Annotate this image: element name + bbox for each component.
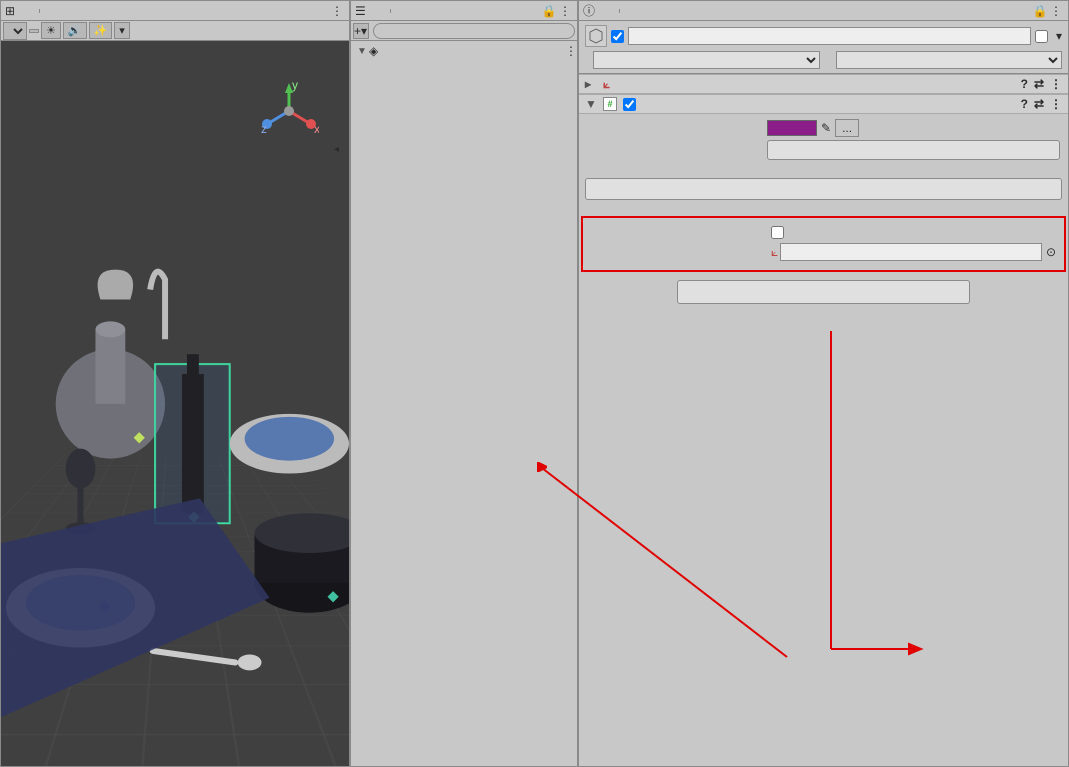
menu-icon[interactable]: ⋮ xyxy=(1050,97,1062,111)
transform-field-icon: ⟀ xyxy=(771,245,778,260)
proxy-enabled-checkbox[interactable] xyxy=(623,98,636,111)
proxy-region-occupancy-body: ⟀ ⊙ xyxy=(581,216,1066,272)
eyedropper-icon[interactable]: ✎ xyxy=(821,121,831,135)
is-padding-checkbox[interactable] xyxy=(771,226,784,239)
unity-icon: ◈ xyxy=(369,44,378,58)
proxy-script-header[interactable]: ▼ # ? ⇄ ⋮ xyxy=(579,94,1068,114)
panel-menu-icon[interactable]: ⋮ xyxy=(1048,3,1064,19)
arrow-1 xyxy=(829,329,1069,669)
add-force-button[interactable] xyxy=(585,178,1062,200)
panel-menu-icon[interactable]: ⋮ xyxy=(329,3,345,19)
compare-button[interactable] xyxy=(767,140,1060,160)
scene-toolbar: ☀ 🔊 ✨ ▾ xyxy=(1,21,349,41)
hierarchy-scene-root[interactable]: ▼ ◈ ⋮ xyxy=(351,43,577,59)
proxy-script-body: ✎ ... xyxy=(579,114,1068,170)
gizmos-button[interactable]: ▾ xyxy=(114,22,130,39)
transform-icon: ⟀ xyxy=(603,77,610,92)
add-component-button[interactable] xyxy=(677,280,970,304)
create-button[interactable]: +▾ xyxy=(353,23,369,39)
color-swatch[interactable] xyxy=(767,120,817,136)
inspector-icon: ⓘ xyxy=(583,2,595,19)
grid-icon: ⊞ xyxy=(5,4,15,18)
help-icon[interactable]: ? xyxy=(1021,77,1028,91)
tag-dropdown[interactable] xyxy=(593,51,820,69)
help-icon[interactable]: ? xyxy=(1021,97,1028,111)
static-dropdown-icon[interactable]: ▾ xyxy=(1056,29,1062,43)
hierarchy-tree[interactable]: ▼ ◈ ⋮ xyxy=(351,41,577,766)
hierarchy-panel: ☰ 🔒 ⋮ +▾ ▼ ◈ ⋮ xyxy=(350,0,578,767)
audio-button[interactable]: 🔊 xyxy=(63,22,87,39)
script-icon: # xyxy=(603,97,617,111)
menu-icon[interactable]: ⋮ xyxy=(1050,77,1062,91)
inspector-panel-header: ⓘ 🔒 ⋮ xyxy=(579,1,1068,21)
layer-dropdown[interactable] xyxy=(836,51,1063,69)
scene-panel-header: ⊞ ⋮ xyxy=(1,1,349,21)
forces-grid xyxy=(579,204,1068,216)
scene-panel: ⊞ ⋮ ☀ 🔊 ✨ ▾ xyz ◂ xyxy=(0,0,350,767)
fx-button[interactable]: ✨ xyxy=(89,22,113,39)
scene-tab[interactable] xyxy=(19,9,40,13)
gameobject-icon xyxy=(585,25,607,47)
gameobject-enabled-checkbox[interactable] xyxy=(611,30,624,43)
static-checkbox[interactable] xyxy=(1035,30,1048,43)
lock-icon[interactable]: 🔒 xyxy=(1032,3,1048,19)
inspector-tab[interactable] xyxy=(599,9,620,13)
transform-component-header[interactable]: ▸ ⟀ ? ⇄ ⋮ xyxy=(579,74,1068,94)
scene-viewport[interactable]: xyz ◂ xyxy=(1,41,349,766)
hierarchy-tab[interactable] xyxy=(370,9,391,13)
scene-menu-icon[interactable]: ⋮ xyxy=(565,44,577,58)
gameobject-name-input[interactable] xyxy=(628,27,1031,45)
inspector-panel: ⓘ 🔒 ⋮ ▾ ▸ ⟀ ? ⇄ ⋮ ▼ # xyxy=(578,0,1069,767)
preset-icon[interactable]: ⇄ xyxy=(1034,77,1044,91)
object-picker-icon[interactable]: ⊙ xyxy=(1046,245,1056,259)
preset-icon[interactable]: ⇄ xyxy=(1034,97,1044,111)
lock-icon[interactable]: 🔒 xyxy=(541,3,557,19)
region-transform-field[interactable] xyxy=(780,243,1042,261)
hierarchy-icon: ☰ xyxy=(355,4,366,18)
hierarchy-search-input[interactable] xyxy=(373,23,575,39)
inspector-object-header: ▾ xyxy=(579,21,1068,74)
hierarchy-panel-header: ☰ 🔒 ⋮ xyxy=(351,1,577,21)
hierarchy-toolbar: +▾ xyxy=(351,21,577,41)
shading-dropdown[interactable] xyxy=(3,22,27,40)
mode-2d-button[interactable] xyxy=(29,29,39,33)
lighting-button[interactable]: ☀ xyxy=(41,22,61,39)
panel-menu-icon[interactable]: ⋮ xyxy=(557,3,573,19)
color-extra-button[interactable]: ... xyxy=(835,119,859,137)
